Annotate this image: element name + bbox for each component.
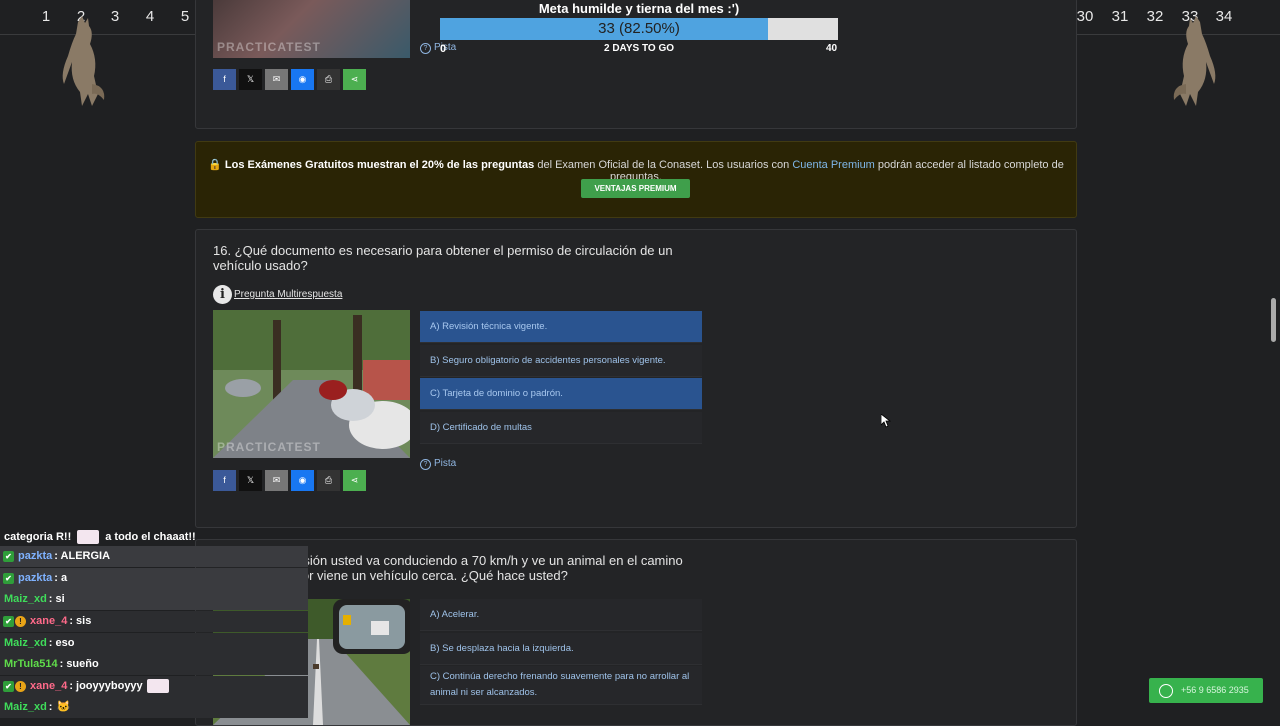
answer-option[interactable]: A) Revisión técnica vigente.	[420, 311, 702, 343]
multi-answer-indicator: i Pregunta Multirespuesta	[213, 285, 342, 307]
chat-message: ✔! xane_4: sis	[0, 611, 308, 632]
question-card-17: 17. En esta ocasión usted va conduciendo…	[195, 539, 1077, 726]
scrollbar[interactable]	[1271, 298, 1276, 342]
whatsapp-icon	[1159, 683, 1173, 698]
chat-text: : jooyyyboyyy	[69, 680, 143, 692]
premium-promo: 🔒 Los Exámenes Gratuitos muestran el 20%…	[195, 141, 1077, 218]
chat-username[interactable]: pazkta	[18, 572, 52, 584]
share-icon[interactable]: ⋖	[343, 69, 366, 90]
mouse-cursor-icon	[881, 414, 891, 428]
goal-progress-bar: 33 (82.50%)	[440, 18, 838, 40]
answer-option[interactable]: C) Tarjeta de dominio o padrón.	[420, 378, 702, 410]
goal-days-left: 2 DAYS TO GO	[603, 43, 675, 54]
print-icon[interactable]: ⎙	[317, 69, 340, 90]
email-icon[interactable]: ✉	[265, 69, 288, 90]
share-bar: f 𝕏 ✉ ◉ ⎙ ⋖	[213, 470, 369, 491]
top-number: 5	[180, 8, 190, 25]
chat-text: : si	[48, 593, 65, 605]
answer-option[interactable]: B) Seguro obligatorio de accidentes pers…	[420, 344, 702, 377]
chat-text: : sis	[69, 615, 92, 627]
chat-username[interactable]: MrTula514	[4, 658, 58, 670]
chat-text: : sueño	[59, 658, 99, 670]
moderator-badge-icon: ✔	[3, 680, 14, 692]
answer-options: A) Acelerar. B) Se desplaza hacia la izqu…	[420, 599, 702, 707]
top-number: 32	[1146, 8, 1164, 25]
share-bar: f 𝕏 ✉ ◉ ⎙ ⋖	[213, 69, 369, 90]
hint-link[interactable]: ? Pista	[420, 458, 456, 470]
email-icon[interactable]: ✉	[265, 470, 288, 491]
stream-chat: categoria R!! a todo el chaaat!! ✔ pazkta: …	[0, 527, 308, 720]
question-image: PRACTICATEST	[213, 310, 410, 458]
chat-text: : eso	[48, 637, 75, 649]
moderator-badge-icon: ✔	[3, 550, 14, 562]
hint-icon: ?	[420, 43, 431, 54]
gold-badge-icon: !	[15, 615, 26, 627]
chat-text: : a	[54, 572, 68, 584]
goal-count: 33 (82.50%)	[598, 20, 680, 37]
messenger-icon[interactable]: ◉	[291, 69, 314, 90]
premium-account-link[interactable]: Cuenta Premium	[792, 159, 875, 171]
emote-icon	[77, 530, 100, 545]
chat-message: ✔ pazkta: ALERGIA	[0, 546, 308, 567]
chat-username[interactable]: pazkta	[18, 550, 52, 562]
chat-message: Maiz_xd: si	[0, 589, 308, 610]
chat-text: a todo el chaaat!!	[105, 531, 196, 543]
x-icon[interactable]: 𝕏	[239, 69, 262, 90]
chat-username[interactable]: Maiz_xd	[4, 701, 47, 713]
cat-emote-icon: 🐱	[56, 701, 71, 713]
messenger-icon[interactable]: ◉	[291, 470, 314, 491]
share-icon[interactable]: ⋖	[343, 470, 366, 491]
x-icon[interactable]: 𝕏	[239, 470, 262, 491]
chat-username[interactable]: Maiz_xd	[4, 593, 47, 605]
moderator-badge-icon: ✔	[3, 615, 14, 627]
chat-username[interactable]: Maiz_xd	[4, 637, 47, 649]
wolf-left-icon	[62, 16, 105, 106]
watermark: PRACTICATEST	[217, 40, 321, 54]
facebook-icon[interactable]: f	[213, 69, 236, 90]
hint-icon: ?	[420, 459, 431, 470]
answer-option[interactable]: A) Acelerar.	[420, 599, 702, 631]
premium-advantages-button[interactable]: VENTAJAS PREMIUM	[581, 179, 690, 198]
goal-title: Meta humilde y tierna del mes :')	[538, 1, 740, 16]
print-icon[interactable]: ⎙	[317, 470, 340, 491]
chat-text: :	[48, 701, 53, 713]
whatsapp-button[interactable]: +56 9 6586 2935	[1149, 678, 1263, 703]
top-number: 1	[41, 8, 51, 25]
watermark: PRACTICATEST	[217, 440, 321, 454]
top-number: 31	[1111, 8, 1129, 25]
chat-message: categoria R!! a todo el chaaat!!	[0, 527, 308, 548]
chat-text: categoria R!!	[4, 531, 72, 543]
answer-option[interactable]: C) Continúa derecho frenando suavemente …	[420, 666, 702, 705]
emote-icon	[146, 679, 169, 694]
chat-message: Maiz_xd: 🐱	[0, 697, 308, 718]
answer-option[interactable]: D) Certificado de multas	[420, 411, 702, 444]
chat-message: MrTula514: sueño	[0, 654, 308, 675]
chat-username[interactable]: xane_4	[30, 680, 67, 692]
info-icon: i	[213, 285, 232, 304]
question-image: PRACTICATEST	[213, 0, 410, 58]
chat-message: Maiz_xd: eso	[0, 633, 308, 654]
multi-answer-label[interactable]: Pregunta Multirespuesta	[234, 289, 342, 300]
question-card-16: 16. ¿Qué documento es necesario para obt…	[195, 229, 1077, 528]
answer-options: A) Revisión técnica vigente. B) Seguro ob…	[420, 311, 702, 445]
chat-message: ✔ pazkta: a	[0, 568, 308, 589]
goal-max: 40	[826, 43, 838, 54]
moderator-badge-icon: ✔	[3, 572, 14, 584]
chat-text: : ALERGIA	[54, 550, 111, 562]
chat-message: ✔! xane_4: jooyyyboyyy	[0, 676, 308, 697]
facebook-icon[interactable]: f	[213, 470, 236, 491]
wolf-right-icon	[1173, 16, 1216, 106]
answer-option[interactable]: B) Se desplaza hacia la izquierda.	[420, 632, 702, 665]
top-number: 4	[145, 8, 155, 25]
question-title: 16. ¿Qué documento es necesario para obt…	[213, 243, 673, 273]
lock-icon: 🔒	[208, 159, 222, 171]
gold-badge-icon: !	[15, 680, 26, 692]
chat-username[interactable]: xane_4	[30, 615, 67, 627]
